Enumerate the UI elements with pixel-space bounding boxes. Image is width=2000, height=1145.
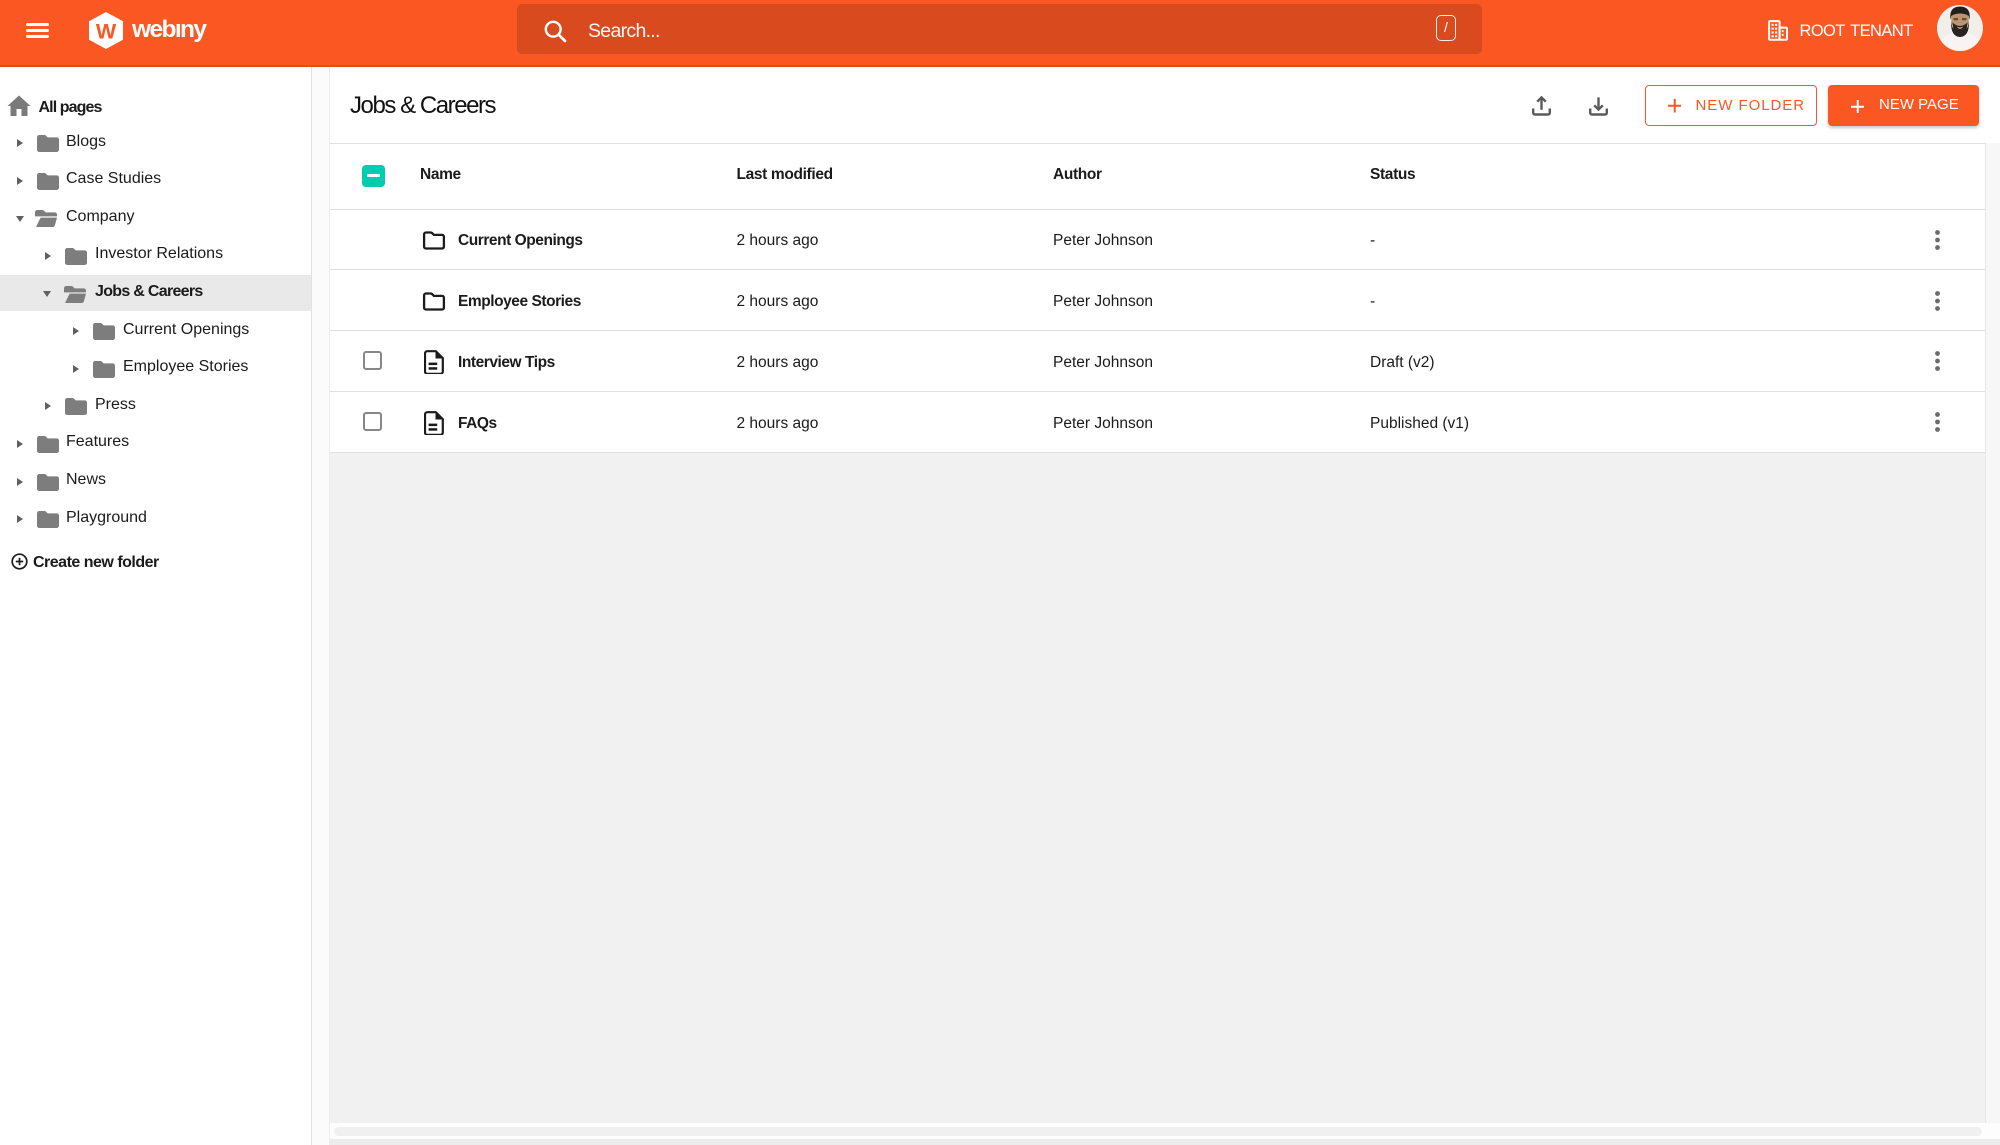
- svg-text:W: W: [96, 19, 117, 43]
